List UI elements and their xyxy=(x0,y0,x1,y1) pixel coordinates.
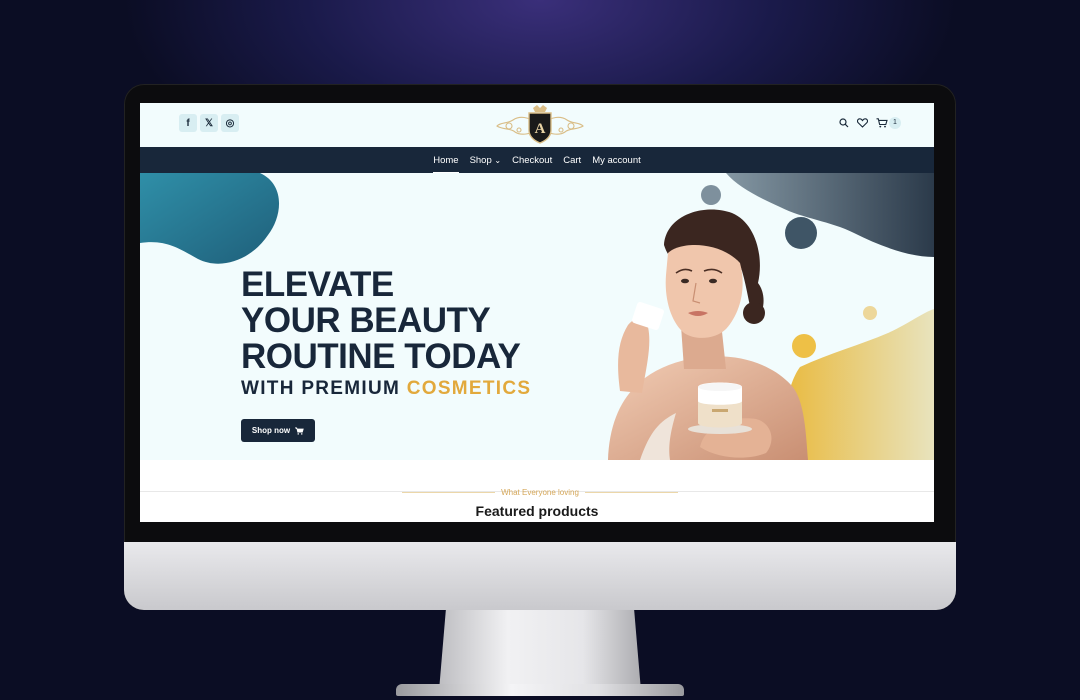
hero-headline: ELEVATE YOUR BEAUTY ROUTINE TODAY xyxy=(241,265,521,376)
x-icon[interactable]: 𝕏 xyxy=(200,114,218,132)
hero-headline-line-3: ROUTINE TODAY xyxy=(241,337,521,376)
nav-item-checkout[interactable]: Checkout xyxy=(512,155,552,166)
hero-sub-accent: COSMETICS xyxy=(406,378,532,399)
cart-icon xyxy=(876,118,888,128)
nav-item-cart[interactable]: Cart xyxy=(563,155,581,166)
cart-count-badge: 1 xyxy=(889,117,901,129)
monitor-stand xyxy=(439,610,641,686)
shop-now-label: Shop now xyxy=(251,426,291,435)
hero-banner: ELEVATE YOUR BEAUTY ROUTINE TODAY WITH P… xyxy=(140,173,934,460)
header-tools: 1 xyxy=(839,117,901,129)
monitor-chin xyxy=(124,542,956,610)
nav-item-shop-label: Shop xyxy=(469,154,492,166)
teal-blob xyxy=(140,173,280,264)
website-screen: f 𝕏 ◎ A 1 Home Shop ⌄ Checkout Cart My a… xyxy=(140,103,934,522)
eyebrow-line-right xyxy=(584,492,679,493)
cart-widget[interactable]: 1 xyxy=(876,117,901,129)
hero-subheadline: WITH PREMIUM COSMETICS xyxy=(241,378,531,400)
hero-headline-line-1: ELEVATE xyxy=(241,265,394,304)
hero-headline-line-2: YOUR BEAUTY xyxy=(241,301,491,340)
heart-icon[interactable] xyxy=(857,118,868,128)
chevron-down-icon: ⌄ xyxy=(494,155,502,165)
logo-letter: A xyxy=(535,121,546,137)
site-header: f 𝕏 ◎ A 1 xyxy=(140,103,934,147)
search-icon[interactable] xyxy=(839,118,849,128)
instagram-icon[interactable]: ◎ xyxy=(221,114,239,132)
site-logo[interactable]: A xyxy=(493,104,587,144)
nav-item-home[interactable]: Home xyxy=(433,155,459,174)
gold-dot-small xyxy=(863,306,877,320)
section-title: Featured products xyxy=(475,503,599,519)
social-links: f 𝕏 ◎ xyxy=(179,114,239,132)
section-eyebrow-text: What Everyone loving xyxy=(501,488,579,497)
hero-sub-lead: WITH PREMIUM xyxy=(241,378,407,399)
model-photo xyxy=(608,209,808,460)
cart-icon xyxy=(295,426,304,435)
featured-section: What Everyone loving Featured products xyxy=(140,460,934,522)
nav-item-shop[interactable]: Shop ⌄ xyxy=(470,155,502,166)
monitor-base xyxy=(396,684,684,696)
main-navigation: Home Shop ⌄ Checkout Cart My account xyxy=(140,147,934,174)
eyebrow-line-left xyxy=(402,492,496,493)
nav-item-my-account[interactable]: My account xyxy=(592,155,641,166)
shop-now-button[interactable]: Shop now xyxy=(241,419,315,442)
facebook-icon[interactable]: f xyxy=(179,114,197,132)
section-eyebrow: What Everyone loving xyxy=(402,488,679,497)
